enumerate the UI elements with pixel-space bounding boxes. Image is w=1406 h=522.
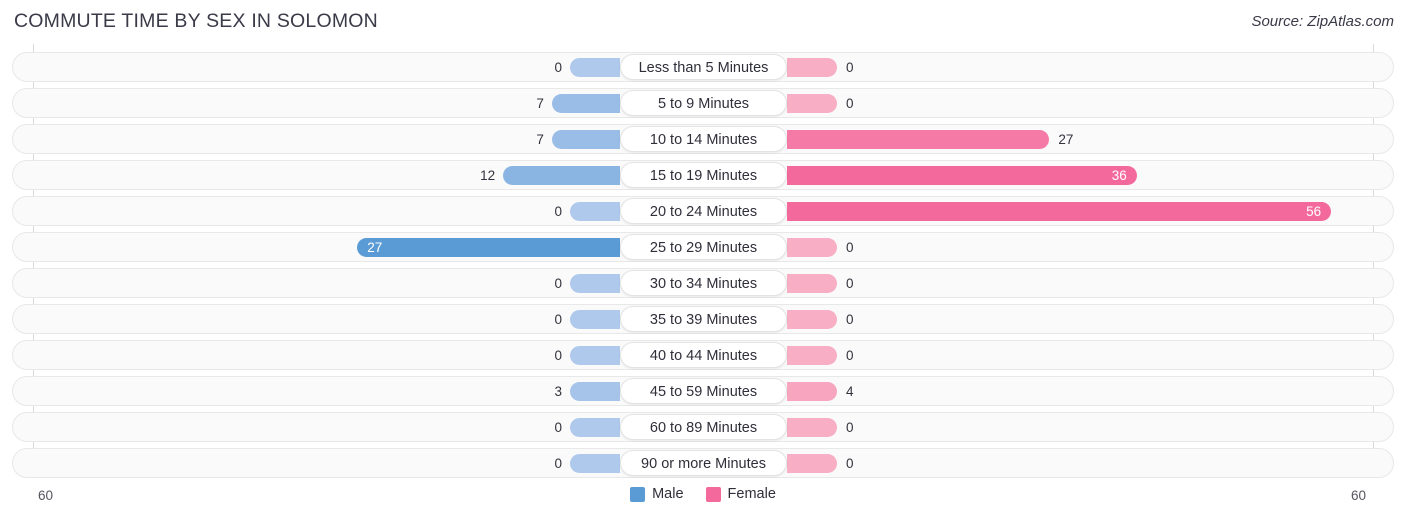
legend-label: Male <box>652 486 684 502</box>
bar-male <box>570 310 620 329</box>
bar-female <box>787 382 837 401</box>
chart-header: COMMUTE TIME BY SEX IN SOLOMON Source: Z… <box>0 0 1406 44</box>
bar-male <box>570 418 620 437</box>
bar-value-male: 7 <box>536 132 544 147</box>
category-label: 60 to 89 Minutes <box>620 414 787 440</box>
category-label: 35 to 39 Minutes <box>620 306 787 332</box>
chart-footer: 60 60 Male Female <box>0 478 1406 522</box>
bar-value-male: 0 <box>554 60 562 75</box>
legend-item-female[interactable]: Female <box>705 486 776 502</box>
bar-value-male: 0 <box>554 456 562 471</box>
bar-male <box>551 130 620 149</box>
bar-male <box>570 202 620 221</box>
bar-row-group: 0 0 Less than 5 Minutes <box>0 52 1406 82</box>
bar-value-female: 4 <box>846 384 854 399</box>
category-label: 45 to 59 Minutes <box>620 378 787 404</box>
bar-row-group: 0 0 60 to 89 Minutes <box>0 412 1406 442</box>
bar-value-male: 27 <box>367 240 383 255</box>
bar-row-group: 7 27 10 to 14 Minutes <box>0 124 1406 154</box>
bar-value-female: 0 <box>846 60 854 75</box>
bar-row-group: 0 0 90 or more Minutes <box>0 448 1406 478</box>
bar-row-group: 0 56 20 to 24 Minutes <box>0 196 1406 226</box>
bar-value-male: 0 <box>554 348 562 363</box>
bar-female <box>787 94 837 113</box>
category-label: 25 to 29 Minutes <box>620 234 787 260</box>
bar-female <box>787 238 837 257</box>
legend-item-male[interactable]: Male <box>630 486 684 502</box>
bar-value-male: 0 <box>554 312 562 327</box>
bar-row-group: 27 0 25 to 29 Minutes <box>0 232 1406 262</box>
chart-legend: Male Female <box>0 486 1406 502</box>
bar-value-female: 0 <box>846 240 854 255</box>
bar-female <box>787 418 837 437</box>
bar-female <box>787 130 1050 149</box>
category-label: 30 to 34 Minutes <box>620 270 787 296</box>
chart-plot-area: 0 0 Less than 5 Minutes 7 0 5 to 9 Minutes 7 27… <box>0 44 1406 478</box>
bar-female <box>787 346 837 365</box>
bar-value-male: 7 <box>536 96 544 111</box>
bar-value-male: 0 <box>554 204 562 219</box>
legend-swatch-icon <box>705 486 721 502</box>
bar-value-female: 0 <box>846 96 854 111</box>
bar-value-female: 0 <box>846 420 854 435</box>
bar-value-female: 0 <box>846 456 854 471</box>
bar-female <box>787 310 837 329</box>
bar-value-female: 36 <box>1111 168 1127 183</box>
bar-value-female: 0 <box>846 348 854 363</box>
page-title: COMMUTE TIME BY SEX IN SOLOMON <box>14 10 378 32</box>
source-attribution: Source: ZipAtlas.com <box>1251 13 1394 30</box>
bar-male <box>551 94 620 113</box>
bar-female <box>787 58 837 77</box>
bar-female <box>787 274 837 293</box>
bar-value-male: 12 <box>480 168 496 183</box>
bar-male <box>570 454 620 473</box>
bar-male <box>570 274 620 293</box>
bar-row-group: 3 4 45 to 59 Minutes <box>0 376 1406 406</box>
category-label: 10 to 14 Minutes <box>620 126 787 152</box>
bar-row-group: 7 0 5 to 9 Minutes <box>0 88 1406 118</box>
bar-female <box>787 166 1137 185</box>
bar-male <box>503 166 620 185</box>
bar-male <box>570 58 620 77</box>
bar-value-female: 0 <box>846 276 854 291</box>
bar-value-female: 27 <box>1058 132 1074 147</box>
category-label: 40 to 44 Minutes <box>620 342 787 368</box>
category-label: Less than 5 Minutes <box>620 54 787 80</box>
bar-value-male: 3 <box>554 384 562 399</box>
bar-value-male: 0 <box>554 420 562 435</box>
legend-label: Female <box>727 486 776 502</box>
bar-row-group: 0 0 30 to 34 Minutes <box>0 268 1406 298</box>
bar-row-group: 12 36 15 to 19 Minutes <box>0 160 1406 190</box>
bar-row-group: 0 0 35 to 39 Minutes <box>0 304 1406 334</box>
legend-swatch-icon <box>630 486 646 502</box>
category-label: 15 to 19 Minutes <box>620 162 787 188</box>
bar-row-group: 0 0 40 to 44 Minutes <box>0 340 1406 370</box>
bar-female <box>787 454 837 473</box>
bar-value-female: 56 <box>1306 204 1322 219</box>
bar-male <box>570 382 620 401</box>
bar-female <box>787 202 1332 221</box>
category-label: 90 or more Minutes <box>620 450 787 476</box>
bar-male <box>570 346 620 365</box>
bar-value-male: 0 <box>554 276 562 291</box>
category-label: 20 to 24 Minutes <box>620 198 787 224</box>
category-label: 5 to 9 Minutes <box>620 90 787 116</box>
bar-value-female: 0 <box>846 312 854 327</box>
